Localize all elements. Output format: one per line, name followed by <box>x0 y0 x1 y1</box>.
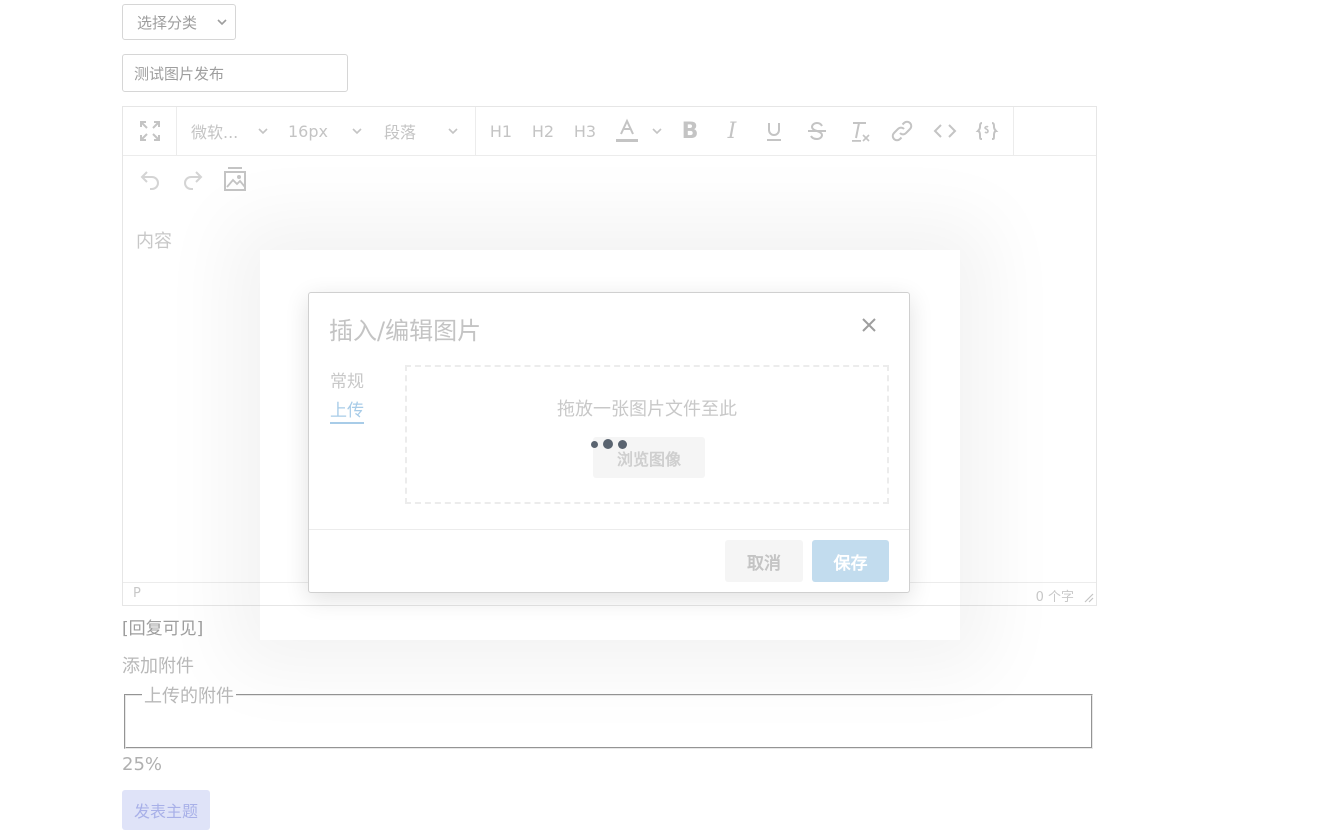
text-color-button[interactable] <box>615 117 665 145</box>
underline-icon[interactable] <box>763 117 785 145</box>
tab-upload[interactable]: 上传 <box>330 401 364 424</box>
dialog-footer: 取消 保存 <box>309 529 909 592</box>
uploaded-attachments-legend: 上传的附件 <box>144 686 234 707</box>
block-format-select[interactable]: 段落 <box>384 117 464 145</box>
bold-icon[interactable]: B <box>679 117 701 145</box>
fullscreen-icon[interactable] <box>137 117 163 145</box>
category-select[interactable]: 选择分类 <box>122 4 236 40</box>
undo-icon[interactable] <box>137 165 163 193</box>
strikethrough-icon[interactable] <box>806 117 828 145</box>
insert-image-dialog: 插入/编辑图片 常规 上传 拖放一张图片文件至此 浏览图像 取消 保存 <box>308 292 910 593</box>
chevron-down-icon <box>448 128 458 135</box>
font-family-label: 微软... <box>191 123 239 142</box>
font-size-select[interactable]: 16px <box>288 117 368 145</box>
chevron-down-icon <box>258 128 268 135</box>
code-icon[interactable] <box>933 117 957 145</box>
add-attachment-link[interactable]: 添加附件 <box>122 652 194 678</box>
resize-handle-icon[interactable] <box>1084 593 1094 603</box>
save-button[interactable]: 保存 <box>812 540 889 582</box>
upload-progress-text: 25% <box>122 754 163 775</box>
reply-visible-tag[interactable]: [回复可见] <box>122 614 203 639</box>
chevron-down-icon <box>652 128 662 135</box>
code-block-icon[interactable] <box>975 117 999 145</box>
editor-toolbar-primary: 微软... 16px 段落 H1 H2 H3 B I <box>123 107 1096 156</box>
element-path[interactable]: P <box>133 586 141 601</box>
text-color-icon <box>616 118 638 142</box>
chevron-down-icon <box>217 19 227 26</box>
publish-topic-button[interactable]: 发表主题 <box>122 790 210 830</box>
clear-formatting-icon[interactable] <box>848 117 872 145</box>
tab-general[interactable]: 常规 <box>330 367 364 392</box>
image-icon[interactable] <box>222 165 248 193</box>
dialog-title: 插入/编辑图片 <box>329 317 482 345</box>
image-dropzone[interactable]: 拖放一张图片文件至此 浏览图像 <box>405 365 889 504</box>
heading-1-label: H1 <box>489 121 513 141</box>
chevron-down-icon <box>352 128 362 135</box>
title-input[interactable] <box>122 54 348 92</box>
heading-1-button[interactable]: H1 <box>489 117 513 145</box>
heading-3-label: H3 <box>573 121 597 141</box>
italic-icon[interactable]: I <box>723 117 741 145</box>
link-icon[interactable] <box>890 117 914 145</box>
heading-3-button[interactable]: H3 <box>573 117 597 145</box>
uploaded-attachments-fieldset: 上传的附件 <box>124 682 1093 749</box>
font-family-select[interactable]: 微软... <box>191 117 271 145</box>
block-format-label: 段落 <box>384 123 417 142</box>
heading-2-label: H2 <box>531 121 555 141</box>
dropzone-text: 拖放一张图片文件至此 <box>557 399 737 420</box>
heading-2-button[interactable]: H2 <box>531 117 555 145</box>
editor-placeholder[interactable]: 内容 <box>136 227 172 253</box>
redo-icon[interactable] <box>180 165 206 193</box>
word-count: 0 个字 <box>1035 590 1074 605</box>
category-select-value: 选择分类 <box>137 13 198 32</box>
close-icon[interactable] <box>857 313 881 337</box>
font-size-label: 16px <box>288 121 328 141</box>
cancel-button[interactable]: 取消 <box>725 540 803 582</box>
loading-spinner <box>591 437 631 451</box>
editor-toolbar-secondary <box>123 157 1096 201</box>
